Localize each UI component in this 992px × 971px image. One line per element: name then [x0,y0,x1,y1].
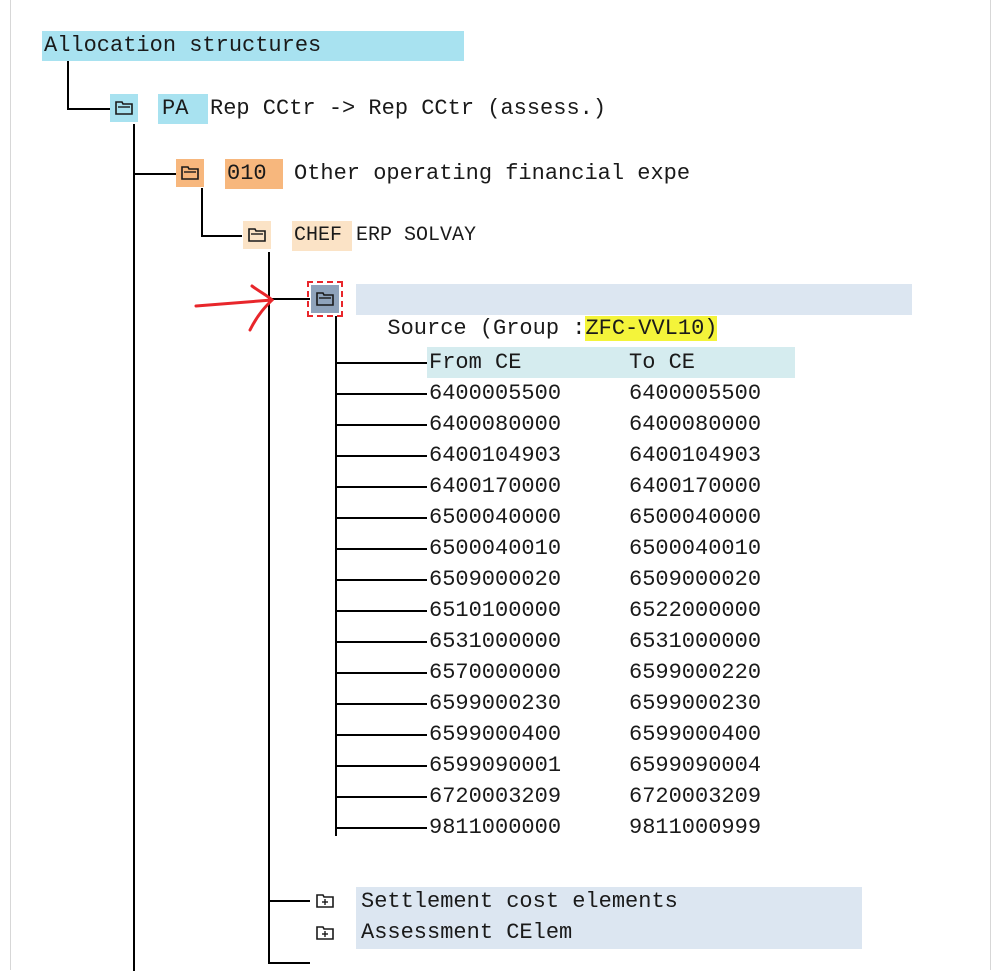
tree-connector [335,734,427,736]
from-ce-cell: 9811000000 [429,815,562,840]
to-ce-cell: 6400170000 [629,474,762,499]
from-ce-cell: 6720003209 [429,784,562,809]
folder-icon[interactable] [176,159,204,187]
from-ce-cell: 6500040010 [429,536,562,561]
folder-plus-icon[interactable] [311,887,339,915]
to-ce-cell: 6720003209 [629,784,762,809]
to-ce-cell: 6522000000 [629,598,762,623]
from-ce-cell: 6510100000 [429,598,562,623]
folder-icon[interactable] [110,94,138,122]
from-ce-cell: 6531000000 [429,629,562,654]
from-ce-cell: 6500040000 [429,505,562,530]
tree-connector [335,486,427,488]
table-row[interactable]: 6500040000 6500040000 [427,502,795,533]
table-row[interactable]: 6400170000 6400170000 [427,471,795,502]
to-ce-cell: 9811000999 [629,815,762,840]
table-row[interactable]: 6599000230 6599000230 [427,688,795,719]
tree-connector [335,765,427,767]
table-row[interactable]: 6570000000 6599000220 [427,657,795,688]
tree-connector [201,235,242,237]
table-row[interactable]: 9811000000 9811000999 [427,812,795,843]
tree-connector [335,579,427,581]
tree-connector [335,703,427,705]
to-ce-cell: 6500040010 [629,536,762,561]
to-ce-cell: 6509000020 [629,567,762,592]
table-row[interactable]: 6510100000 6522000000 [427,595,795,626]
node-text-pa[interactable]: Rep CCtr -> Rep CCtr (assess.) [210,94,606,124]
node-code-chef[interactable]: CHEF [292,221,352,251]
tree-connector [335,455,427,457]
tree-connector [335,796,427,798]
from-ce-cell: 6400005500 [429,381,562,406]
cost-element-table: From CE To CE 6400005500 6400005500 640008… [427,347,795,843]
to-ce-cell: 6500040000 [629,505,762,530]
tree-connector [67,60,69,110]
table-row[interactable]: 6400104903 6400104903 [427,440,795,471]
to-ce-cell: 6599090004 [629,753,762,778]
node-text-010[interactable]: Other operating financial expe [294,159,690,189]
tree-connector [201,188,203,236]
tree-connector [268,900,310,902]
table-row[interactable]: 6531000000 6531000000 [427,626,795,657]
tree-connector [335,827,427,829]
node-text-chef[interactable]: ERP SOLVAY [356,221,476,251]
to-ce-cell: 6400005500 [629,381,762,406]
table-row[interactable]: 6400005500 6400005500 [427,378,795,409]
from-ce-cell: 6509000020 [429,567,562,592]
header-from-ce: From CE [429,350,522,375]
node-code-010[interactable]: 010 [225,159,283,189]
tree-connector [67,108,111,110]
to-ce-cell: 6531000000 [629,629,762,654]
settlement-cost-elements-node[interactable]: Settlement cost elements [361,887,678,917]
to-ce-cell: 6599000220 [629,660,762,685]
tree-connector [335,424,427,426]
from-ce-cell: 6400104903 [429,443,562,468]
arrow-annotation-icon [194,284,275,332]
table-row[interactable]: 6720003209 6720003209 [427,781,795,812]
from-ce-cell: 6599090001 [429,753,562,778]
folder-icon[interactable] [307,281,343,317]
source-prefix: Source (Group : [387,316,586,341]
source-group: ZFC-VVL10 [585,316,705,341]
from-ce-cell: 6570000000 [429,660,562,685]
from-ce-cell: 6599000230 [429,691,562,716]
table-row[interactable]: 6509000020 6509000020 [427,564,795,595]
tree-connector [133,124,135,971]
table-row[interactable]: 6400080000 6400080000 [427,409,795,440]
source-suffix: ) [704,316,718,341]
tree-connector [335,517,427,519]
tree-connector [335,393,427,395]
to-ce-cell: 6599000230 [629,691,762,716]
from-ce-cell: 6400170000 [429,474,562,499]
folder-plus-icon[interactable] [311,919,339,947]
tree-connector [133,173,176,175]
to-ce-cell: 6599000400 [629,722,762,747]
tree-connector [268,252,270,964]
to-ce-cell: 6400080000 [629,412,762,437]
tree-connector [335,610,427,612]
source-node[interactable]: Source (Group :ZFC-VVL10) [361,284,718,341]
table-row[interactable]: 6599000400 6599000400 [427,719,795,750]
tree-connector [335,672,427,674]
tree-connector [335,362,427,364]
node-code-pa[interactable]: PA [158,94,208,124]
tree-connector [335,548,427,550]
table-header: From CE To CE [427,347,795,378]
table-row[interactable]: 6500040010 6500040010 [427,533,795,564]
assessment-celem-node[interactable]: Assessment CElem [361,918,572,948]
folder-icon[interactable] [243,221,271,249]
from-ce-cell: 6400080000 [429,412,562,437]
table-row[interactable]: 6599090001 6599090004 [427,750,795,781]
tree-connector [335,641,427,643]
to-ce-cell: 6400104903 [629,443,762,468]
tree-connector [268,962,310,964]
header-to-ce: To CE [629,350,696,375]
from-ce-cell: 6599000400 [429,722,562,747]
tree-root-label[interactable]: Allocation structures [42,31,464,61]
